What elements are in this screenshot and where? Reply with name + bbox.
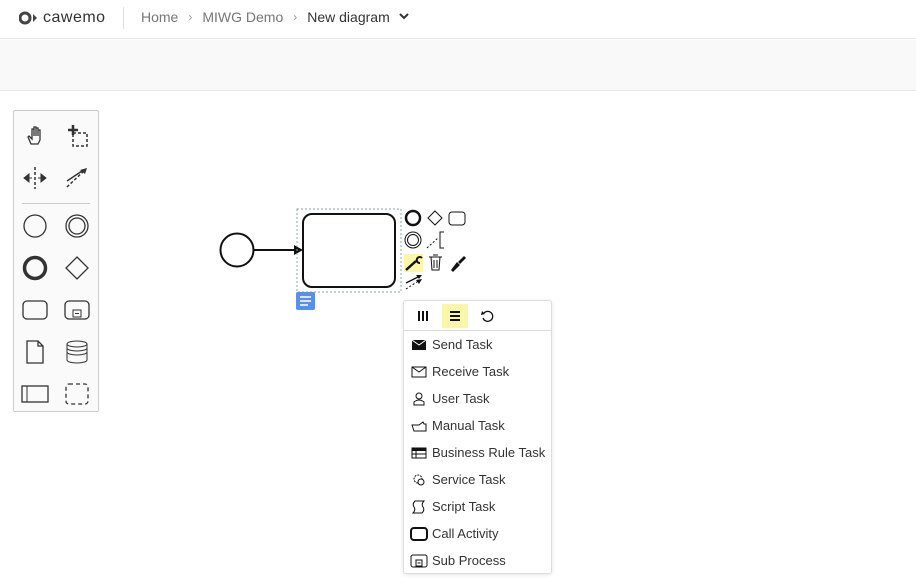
menu-item-receive-task[interactable]: Receive Task bbox=[404, 358, 551, 385]
table-icon bbox=[410, 446, 428, 460]
connect-icon[interactable] bbox=[405, 275, 422, 290]
popup-header bbox=[404, 301, 551, 331]
call-activity-icon bbox=[410, 526, 428, 541]
menu-item-label: Sub Process bbox=[432, 553, 506, 568]
append-task-icon[interactable] bbox=[448, 211, 466, 226]
loop-button[interactable] bbox=[474, 304, 500, 328]
menu-item-label: Send Task bbox=[432, 337, 493, 352]
menu-item-user-task[interactable]: User Task bbox=[404, 385, 551, 412]
comment-icon[interactable] bbox=[296, 292, 315, 310]
trash-icon[interactable] bbox=[429, 254, 442, 271]
menu-item-business-rule-task[interactable]: Business Rule Task bbox=[404, 439, 551, 466]
menu-item-label: Manual Task bbox=[432, 418, 505, 433]
menu-item-script-task[interactable]: Script Task bbox=[404, 493, 551, 520]
append-text-annotation-icon[interactable] bbox=[426, 231, 444, 249]
append-end-event-icon[interactable] bbox=[404, 209, 422, 227]
parallel-marker-icon bbox=[418, 310, 428, 321]
menu-item-call-activity[interactable]: Call Activity bbox=[404, 520, 551, 547]
script-icon bbox=[410, 500, 428, 514]
menu-item-label: User Task bbox=[432, 391, 490, 406]
menu-item-label: Script Task bbox=[432, 499, 496, 514]
append-intermediate-event-icon[interactable] bbox=[404, 231, 422, 249]
gear-icon bbox=[410, 473, 428, 487]
color-picker-brush-icon[interactable] bbox=[451, 256, 466, 272]
envelope-filled-icon bbox=[410, 338, 428, 352]
sequential-marker-icon bbox=[450, 310, 460, 321]
user-icon bbox=[410, 392, 428, 406]
menu-item-sub-process[interactable]: Sub Process bbox=[404, 547, 551, 574]
menu-item-label: Receive Task bbox=[432, 364, 510, 379]
replace-menu-popup: Send Task Receive Task User Task Manual Tas… bbox=[403, 300, 552, 574]
sequential-multi-instance-button[interactable] bbox=[442, 303, 468, 328]
hand-icon bbox=[410, 419, 428, 433]
arrowhead bbox=[294, 245, 303, 255]
menu-item-manual-task[interactable]: Manual Task bbox=[404, 412, 551, 439]
subprocess-icon bbox=[410, 554, 428, 568]
task-element[interactable] bbox=[302, 213, 396, 288]
menu-item-service-task[interactable]: Service Task bbox=[404, 466, 551, 493]
append-gateway-icon[interactable] bbox=[427, 210, 443, 226]
start-event[interactable] bbox=[219, 232, 255, 268]
menu-item-send-task[interactable]: Send Task bbox=[404, 331, 551, 358]
parallel-multi-instance-button[interactable] bbox=[410, 304, 436, 328]
loop-icon bbox=[481, 310, 494, 322]
menu-item-label: Service Task bbox=[432, 472, 506, 487]
envelope-icon bbox=[410, 365, 428, 379]
wrench-icon[interactable] bbox=[404, 254, 423, 272]
menu-item-label: Call Activity bbox=[432, 526, 499, 541]
menu-item-label: Business Rule Task bbox=[432, 445, 546, 460]
